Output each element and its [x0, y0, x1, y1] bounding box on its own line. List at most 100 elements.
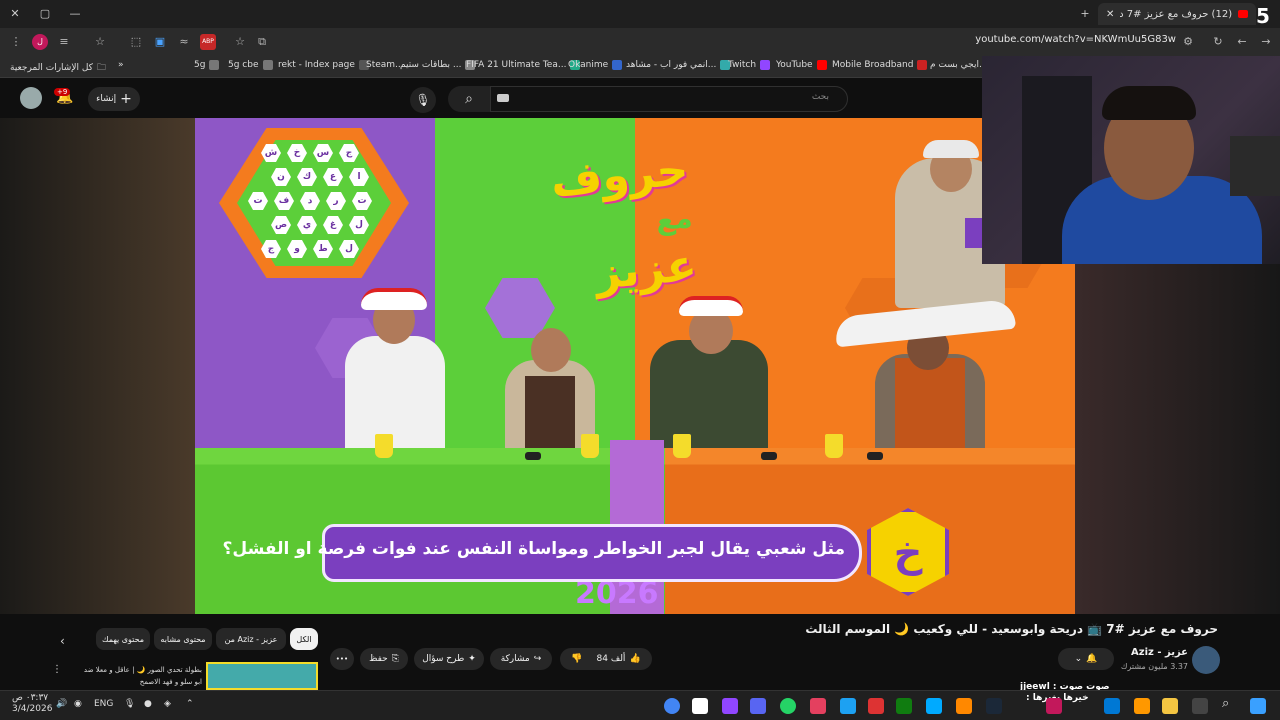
like-dislike-group: 👎 84 ألف 👍 — [560, 648, 652, 670]
show-hidden-icons-icon[interactable]: ⌃ — [186, 699, 194, 709]
bookmark-egybest[interactable]: ايجي بست م... — [930, 60, 988, 70]
ask-button[interactable]: طرح سؤال ✦ — [414, 648, 484, 670]
create-button[interactable]: إنشاء + — [88, 87, 140, 111]
channel-avatar[interactable] — [1192, 646, 1220, 674]
capcut-icon[interactable] — [692, 698, 708, 714]
chips-prev-icon[interactable]: ‹ — [60, 634, 65, 648]
bookmark-fifa[interactable]: FIFA 21 Ultimate Tea... — [466, 60, 581, 70]
recommended-thumbnail[interactable] — [206, 662, 318, 690]
search-input[interactable]: بحث — [490, 86, 848, 112]
chip-all[interactable]: الكل — [290, 628, 318, 650]
twitch-icon[interactable] — [722, 698, 738, 714]
avatar[interactable] — [20, 87, 42, 109]
plus-icon: + — [120, 91, 132, 107]
bookmark-mobile-broadband[interactable]: Mobile Broadband — [832, 60, 928, 70]
bookmark-manager-icon[interactable]: ☆ — [92, 34, 108, 50]
webcam-corner-number: 5 — [1256, 4, 1270, 28]
bookmark-5g[interactable]: 5g — [194, 60, 220, 70]
whatsapp-icon[interactable] — [780, 698, 796, 714]
like-count[interactable]: 84 ألف — [597, 654, 626, 664]
background-object — [1230, 136, 1280, 196]
chip-from-aziz[interactable]: من Aziz - عزيز — [216, 628, 286, 650]
telegram-icon[interactable] — [840, 698, 856, 714]
forward-icon[interactable]: ← — [1234, 34, 1250, 50]
instagram-icon[interactable] — [810, 698, 826, 714]
voice-search-mic-icon[interactable]: 🎙 — [410, 87, 436, 113]
contestant-vest — [895, 358, 965, 454]
reading-list-icon[interactable]: ≡ — [56, 34, 72, 50]
browser-tab-active[interactable]: (12) حروف مع عزيز #7 د ✕ — [1098, 3, 1256, 25]
volume-icon[interactable]: 🔊 — [56, 699, 67, 709]
adblock-icon[interactable]: ABP — [200, 34, 216, 50]
extension-wave-icon[interactable]: ≈ — [176, 34, 192, 50]
bookmarks-overflow-icon[interactable]: » — [118, 60, 124, 70]
profile-icon[interactable]: ل — [32, 34, 48, 50]
contestant-figure — [345, 336, 445, 454]
save-button[interactable]: حفظ ⎘ — [360, 648, 408, 670]
chrome-icon[interactable] — [664, 698, 680, 714]
sparkle-icon: ✦ — [468, 654, 476, 664]
question-text: مثل شعبي يقال لجبر الخواطر ومواساة النفس… — [222, 539, 845, 559]
tray-app-icon[interactable]: ● — [144, 699, 152, 709]
back-icon[interactable]: → — [1258, 34, 1274, 50]
channel-name[interactable]: Aziz - عزيز — [1131, 647, 1188, 658]
app-icon[interactable] — [956, 698, 972, 714]
contestant-vest — [525, 376, 575, 454]
contestant-head — [531, 328, 571, 372]
vlc-icon[interactable] — [1134, 698, 1150, 714]
cup — [825, 434, 843, 458]
bookmark-steam[interactable]: Steam... — [366, 60, 404, 70]
bookmark-okanime[interactable]: Okanime — [568, 60, 623, 70]
new-tab-button[interactable]: + — [1074, 4, 1096, 24]
app-icon[interactable] — [868, 698, 884, 714]
search-icon[interactable]: ⌕ — [1222, 696, 1229, 711]
extensions-icon[interactable]: ⬚ — [128, 34, 144, 50]
file-explorer-icon[interactable] — [1162, 698, 1178, 714]
dislike-icon[interactable]: 👎 — [571, 654, 582, 664]
bookmark-rekt[interactable]: rekt - Index page — [278, 60, 369, 70]
recommended-menu-icon[interactable]: ⋮ — [52, 664, 62, 675]
extension-blue-icon[interactable]: ▣ — [152, 34, 168, 50]
keyboard-icon[interactable] — [497, 94, 509, 102]
bookmark-star-icon[interactable]: ☆ — [232, 34, 248, 50]
clock[interactable]: ٠٣:٣٧ ص 3/4/2026 — [12, 693, 52, 715]
app-icon[interactable] — [1046, 698, 1062, 714]
minimize-window-button[interactable]: — — [64, 4, 86, 24]
share-button[interactable]: مشاركة ↪ — [490, 648, 552, 670]
network-icon[interactable]: ◉ — [74, 699, 82, 709]
chip-for-you[interactable]: محتوى يهمك — [96, 628, 150, 650]
language-indicator[interactable]: ENG — [94, 699, 113, 709]
close-tab-icon[interactable]: ✕ — [1106, 9, 1114, 20]
more-actions-button[interactable]: ••• — [330, 648, 354, 670]
buzzer — [761, 452, 777, 460]
reload-icon[interactable]: ↻ — [1210, 34, 1226, 50]
youtube-header: 🔔 +9 إنشاء + 🎙 ⌕ بحث — [0, 79, 982, 117]
bookmark-youtube[interactable]: YouTube — [776, 60, 827, 70]
subscribed-button[interactable]: ⌄ 🔔 — [1058, 648, 1114, 670]
maximize-window-button[interactable]: ▢ — [34, 4, 56, 24]
search-button[interactable]: ⌕ — [448, 86, 490, 112]
chip-similar[interactable]: محتوى مشابه — [154, 628, 212, 650]
bookmark-animeforup[interactable]: انمي فور اب - مشاهد... — [626, 60, 731, 70]
chevron-down-icon: ⌄ — [1074, 654, 1083, 664]
windows-start-icon[interactable] — [1250, 698, 1266, 714]
menu-icon[interactable]: ⋮ — [8, 34, 24, 50]
edge-icon[interactable] — [1104, 698, 1120, 714]
close-window-button[interactable]: ✕ — [4, 4, 26, 24]
recommended-title[interactable]: بطولة تحدي الصور 🌙 | عاقل و معلا ضد ابو … — [66, 664, 202, 688]
all-bookmarks[interactable]: كل الإشارات المرجعية 🗀 — [10, 60, 106, 76]
bookmark-twitch[interactable]: Twitch — [728, 60, 771, 70]
site-settings-icon[interactable]: ⚙ — [1180, 34, 1196, 50]
like-icon[interactable]: 👍 — [629, 654, 640, 664]
steam-icon[interactable] — [986, 698, 1002, 714]
task-view-icon[interactable] — [1192, 698, 1208, 714]
discord-icon[interactable] — [750, 698, 766, 714]
bookmark-5g-cbe[interactable]: 5g cbe — [228, 60, 273, 70]
install-app-icon[interactable]: ⧉ — [254, 34, 270, 50]
tray-app-icon[interactable]: ◈ — [164, 699, 171, 709]
app-icon[interactable] — [926, 698, 942, 714]
bookmark-steam-cards[interactable]: بطاقات ستيم ... — [400, 60, 476, 70]
url-text[interactable]: youtube.com/watch?v=NKWmUu5G83w — [975, 34, 1176, 45]
mic-icon[interactable]: 🎙 — [124, 699, 135, 709]
xbox-icon[interactable] — [896, 698, 912, 714]
